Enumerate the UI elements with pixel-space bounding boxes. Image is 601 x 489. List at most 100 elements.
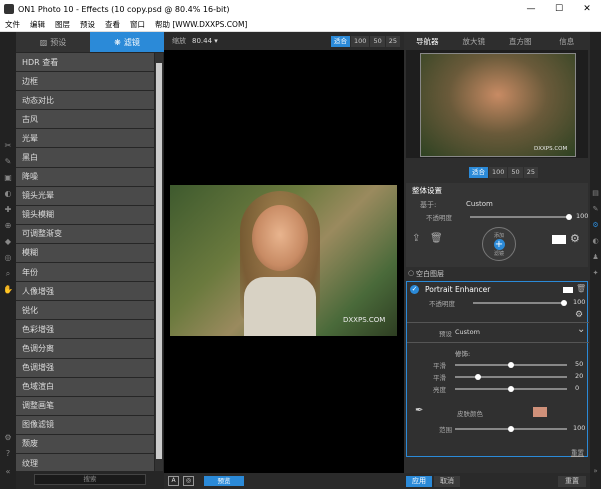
preview-button[interactable]: 预览: [204, 476, 244, 486]
filter-list-item[interactable]: 颓废: [16, 434, 154, 453]
brush-icon[interactable]: ✎: [590, 204, 601, 215]
tab-navigator[interactable]: 导航器: [404, 32, 451, 50]
apply-button[interactable]: 应用: [406, 476, 432, 487]
settings-gear-icon[interactable]: ⚙: [2, 432, 14, 444]
layer-row[interactable]: ○ 空白图层: [406, 267, 588, 279]
nav-zoom-100-button[interactable]: 100: [489, 167, 508, 178]
tab-loupe[interactable]: 放大镜: [450, 32, 497, 50]
collapse-right-icon[interactable]: »: [590, 466, 601, 477]
gear-icon[interactable]: ⚙: [570, 232, 580, 245]
menu-view[interactable]: 查看: [100, 19, 125, 30]
eraser-tool-icon[interactable]: ◆: [2, 236, 14, 248]
clone-tool-icon[interactable]: ⊕: [2, 220, 14, 232]
smooth-slider[interactable]: [455, 362, 567, 368]
global-opacity-knob[interactable]: [566, 214, 572, 220]
smooth2-knob[interactable]: [475, 374, 481, 380]
hand-tool-icon[interactable]: ✋: [2, 284, 14, 296]
zoom-tool-icon[interactable]: ⌕: [2, 268, 14, 280]
crop-tool-icon[interactable]: ✂: [2, 140, 14, 152]
add-filter-button[interactable]: 添加 + 滤镜: [482, 227, 516, 261]
filter-list-scrollbar[interactable]: [155, 53, 163, 471]
smooth-knob[interactable]: [508, 362, 514, 368]
enable-check-icon[interactable]: ✓: [410, 285, 419, 294]
nav-zoom-fit-button[interactable]: 适合: [469, 167, 488, 178]
filter-list-item[interactable]: HDR 查看: [16, 53, 154, 72]
brightness-slider[interactable]: [455, 386, 567, 392]
filter-list-item[interactable]: 动态对比: [16, 91, 154, 110]
filter-list-item[interactable]: 调整画笔: [16, 396, 154, 415]
nav-zoom-25-button[interactable]: 25: [523, 167, 538, 178]
filter-reset-link[interactable]: 重置: [571, 447, 584, 457]
person-icon[interactable]: ♟: [590, 252, 601, 263]
filter-list-item[interactable]: 模糊: [16, 243, 154, 263]
mask-swatch[interactable]: [552, 235, 566, 244]
menu-help[interactable]: 帮助 [WWW.DXXPS.COM]: [150, 19, 252, 30]
tab-filters[interactable]: ❋ 滤镜: [90, 32, 164, 52]
view-tool-icon[interactable]: ◎: [2, 252, 14, 264]
filter-opacity-knob[interactable]: [561, 300, 567, 306]
brightness-knob[interactable]: [508, 386, 514, 392]
tab-info[interactable]: 信息: [543, 32, 590, 50]
maximize-button[interactable]: ☐: [545, 0, 573, 18]
zoom-50-button[interactable]: 50: [370, 36, 385, 47]
zoom-fit-button[interactable]: 适合: [331, 36, 351, 47]
filter-list-item[interactable]: 降噪: [16, 167, 154, 186]
brush-tool-icon[interactable]: ✎: [2, 156, 14, 168]
filter-list-item[interactable]: 纹理: [16, 453, 154, 471]
filter-list-item[interactable]: 光晕: [16, 129, 154, 148]
menu-preset[interactable]: 预设: [75, 19, 100, 30]
layer-radio-icon[interactable]: ○: [408, 269, 414, 277]
settings-icon[interactable]: ⚙: [590, 220, 601, 231]
global-opacity-slider[interactable]: [470, 214, 572, 220]
filter-search-input[interactable]: 搜索: [34, 474, 146, 485]
filter-list-item[interactable]: 锐化: [16, 301, 154, 320]
tab-presets[interactable]: ▨ 预设: [16, 32, 90, 52]
adjust-icon[interactable]: ◐: [590, 236, 601, 247]
nav-zoom-50-button[interactable]: 50: [508, 167, 523, 178]
filter-list-item[interactable]: 古风: [16, 110, 154, 129]
filter-list-item[interactable]: 色彩增强: [16, 320, 154, 339]
close-button[interactable]: ✕: [573, 0, 601, 18]
layers-icon[interactable]: ▤: [590, 188, 601, 199]
menu-window[interactable]: 窗口: [125, 19, 150, 30]
range-slider[interactable]: [455, 426, 567, 432]
scrollbar-thumb[interactable]: [156, 63, 162, 459]
filter-mask-swatch[interactable]: [563, 287, 573, 293]
zoom-dropdown[interactable]: 80.44 ▾: [192, 37, 218, 45]
filter-list-item[interactable]: 可调整渐变: [16, 224, 154, 243]
filter-list-item[interactable]: 黑白: [16, 148, 154, 167]
gradient-tool-icon[interactable]: ◐: [2, 188, 14, 200]
minimize-button[interactable]: —: [517, 0, 545, 18]
base-dropdown[interactable]: Custom: [466, 200, 493, 208]
reset-button[interactable]: 重置: [558, 476, 586, 487]
eyedropper-icon[interactable]: ✒: [415, 405, 423, 416]
compare-button[interactable]: ◎: [183, 476, 194, 486]
filter-list-item[interactable]: 镜头光晕: [16, 186, 154, 205]
menu-layer[interactable]: 图层: [50, 19, 75, 30]
filter-list-item[interactable]: 色调分离: [16, 339, 154, 358]
filter-list-item[interactable]: 色域渲白: [16, 377, 154, 396]
preset-dropdown[interactable]: Custom: [455, 328, 480, 336]
filter-list-item[interactable]: 色调增强: [16, 358, 154, 377]
help-icon[interactable]: ?: [2, 448, 14, 460]
menu-file[interactable]: 文件: [0, 19, 25, 30]
collapse-left-icon[interactable]: «: [2, 466, 14, 478]
filter-list-item[interactable]: 年份: [16, 263, 154, 282]
before-after-button[interactable]: A: [168, 476, 179, 486]
filter-list-item[interactable]: 人像增强: [16, 282, 154, 301]
trash-icon[interactable]: 🗑: [430, 233, 443, 244]
chevron-down-icon[interactable]: ⌄: [577, 324, 585, 335]
filter-list-item[interactable]: 镜头模糊: [16, 205, 154, 224]
retouch-tool-icon[interactable]: ✚: [2, 204, 14, 216]
navigator-thumbnail[interactable]: DXXPS.COM: [420, 53, 576, 157]
photo-canvas[interactable]: DXXPS.COM: [170, 185, 397, 336]
filter-gear-icon[interactable]: ⚙: [575, 310, 583, 320]
filter-opacity-slider[interactable]: [473, 300, 567, 306]
filter-list-item[interactable]: 边框: [16, 72, 154, 91]
smooth2-slider[interactable]: [455, 374, 567, 380]
mask-tool-icon[interactable]: ▣: [2, 172, 14, 184]
range-knob[interactable]: [508, 426, 514, 432]
filter-list-item[interactable]: 图像滤镜: [16, 415, 154, 434]
export-icon[interactable]: ⇪: [412, 233, 420, 244]
skin-color-swatch[interactable]: [533, 407, 547, 417]
